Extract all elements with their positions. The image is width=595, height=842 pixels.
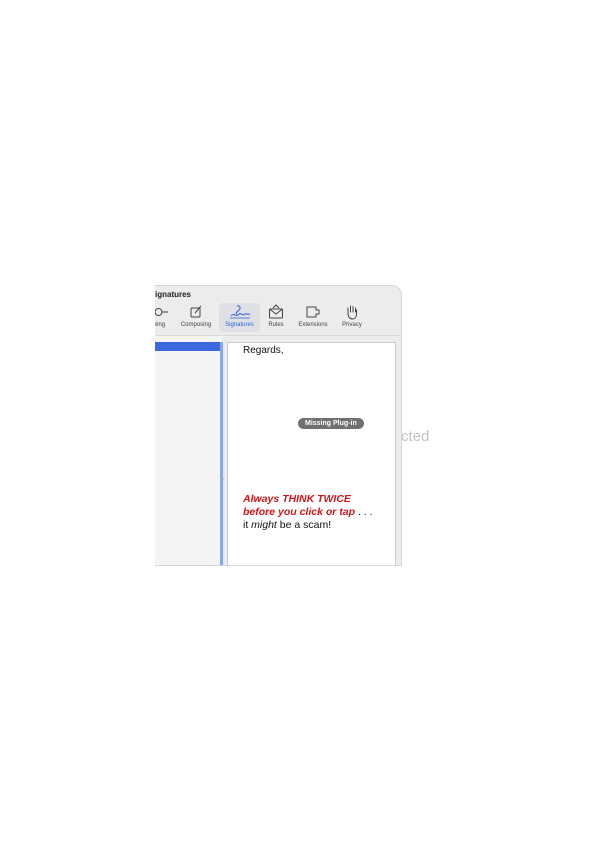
tab-viewing-label: wing <box>155 322 166 328</box>
tab-privacy-label: Privacy <box>342 322 362 328</box>
signature-preview[interactable]: Regards, Missing Plug-in Always THINK TW… <box>227 342 396 565</box>
tab-signatures-label: Signatures <box>225 322 254 328</box>
tab-privacy[interactable]: Privacy <box>337 303 367 332</box>
missing-plugin-badge[interactable]: Missing Plug-in <box>298 418 364 429</box>
signature-line-3a: it <box>243 519 252 531</box>
mail-settings-window: ignatures wing Composing Signatures <box>155 285 402 566</box>
tab-rules[interactable]: Rules <box>265 303 287 332</box>
signature-emphasis: might <box>251 519 277 531</box>
selected-signature-row[interactable] <box>155 342 222 351</box>
list-focus-ring <box>220 342 223 565</box>
tab-rules-label: Rules <box>268 322 284 328</box>
tab-composing-label: Composing <box>180 322 212 328</box>
signature-list[interactable] <box>155 336 223 565</box>
rules-icon <box>269 304 283 319</box>
signature-icon <box>229 305 250 319</box>
tab-viewing[interactable]: wing <box>155 303 170 332</box>
background-text: cted <box>401 428 430 445</box>
signature-text: Always THINK TWICE before you click or t… <box>243 493 373 532</box>
viewing-icon <box>155 308 168 316</box>
tab-composing[interactable]: Composing <box>175 303 217 332</box>
tab-extensions[interactable]: Extensions <box>294 303 332 332</box>
signature-line-1: Always THINK TWICE <box>243 493 351 505</box>
settings-toolbar: wing Composing Signatures Rules <box>155 303 401 332</box>
compose-icon <box>190 305 202 318</box>
extensions-icon <box>306 306 320 318</box>
privacy-hand-icon <box>347 305 357 320</box>
window-title: ignatures <box>155 290 192 299</box>
signature-ellipsis: . . . <box>355 506 373 518</box>
greeting-text: Regards, <box>243 345 284 356</box>
signature-line-3c: be a scam! <box>276 519 332 531</box>
signature-line-2: before you click or tap <box>243 506 356 518</box>
pane-resize-handle[interactable]: ▸ <box>222 476 225 482</box>
tab-signatures[interactable]: Signatures <box>219 303 260 332</box>
tab-extensions-label: Extensions <box>298 322 328 328</box>
